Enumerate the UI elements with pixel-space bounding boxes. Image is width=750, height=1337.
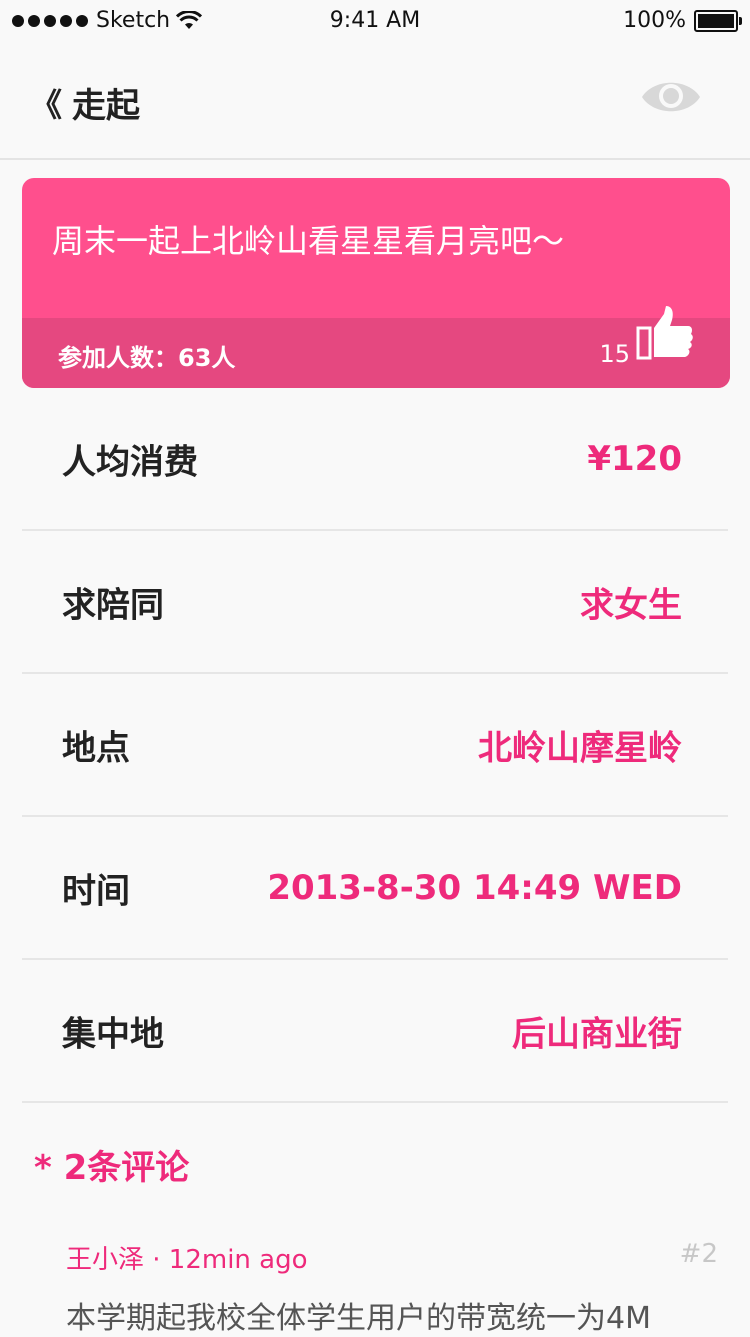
event-card: 周末一起上北岭山看星星看月亮吧～ 参加人数：63人 15 [22,178,730,388]
detail-label: 求陪同 [62,585,164,625]
status-bar: Sketch 9:41 AM 100% [0,0,750,40]
battery-percent: 100% [623,8,686,33]
detail-label: 集中地 [62,1014,164,1054]
navigation-bar: 《 走起 [0,40,750,160]
detail-label: 人均消费 [62,442,198,482]
detail-row-meeting-point[interactable]: 集中地 后山商业街 [22,960,728,1103]
detail-row-companion[interactable]: 求陪同 求女生 [22,531,728,674]
thumbs-up-icon[interactable] [636,304,694,360]
detail-value: ¥120 [587,438,682,479]
detail-value: 2013-8-30 14:49 WED [267,867,682,908]
eye-icon[interactable] [640,76,702,118]
detail-value: 后山商业街 [512,1014,682,1054]
comments-header: * 2条评论 [34,1148,190,1188]
detail-row-time[interactable]: 时间 2013-8-30 14:49 WED [22,817,728,960]
detail-value: 求女生 [580,585,682,625]
likes-count: 15 [599,340,630,368]
comment-text: 本学期起我校全体学生用户的带宽统一为4M [66,1301,651,1336]
detail-row-location[interactable]: 地点 北岭山摩星岭 [22,674,728,817]
detail-value: 北岭山摩星岭 [478,728,682,768]
event-title: 周末一起上北岭山看星星看月亮吧～ [52,222,565,260]
detail-row-cost[interactable]: 人均消费 ¥120 [22,388,728,531]
comment-author-time: 王小泽 · 12min ago [66,1245,308,1275]
participants-count: 参加人数：63人 [58,344,236,372]
back-button[interactable]: 《 走起 [30,78,140,127]
back-label: 走起 [72,86,141,126]
comment-number: #2 [679,1239,718,1269]
battery-icon [694,9,742,32]
battery-status: 100% [623,8,742,33]
comment-item[interactable]: 王小泽 · 12min ago #2 本学期起我校全体学生用户的带宽统一为4M [62,1215,722,1336]
event-card-footer: 参加人数：63人 15 [22,306,730,388]
detail-label: 地点 [62,728,130,768]
event-details: 人均消费 ¥120 求陪同 求女生 地点 北岭山摩星岭 时间 2013-8-30… [22,388,728,1103]
double-chevron-left-icon: 《 [30,85,63,124]
detail-label: 时间 [62,871,130,911]
